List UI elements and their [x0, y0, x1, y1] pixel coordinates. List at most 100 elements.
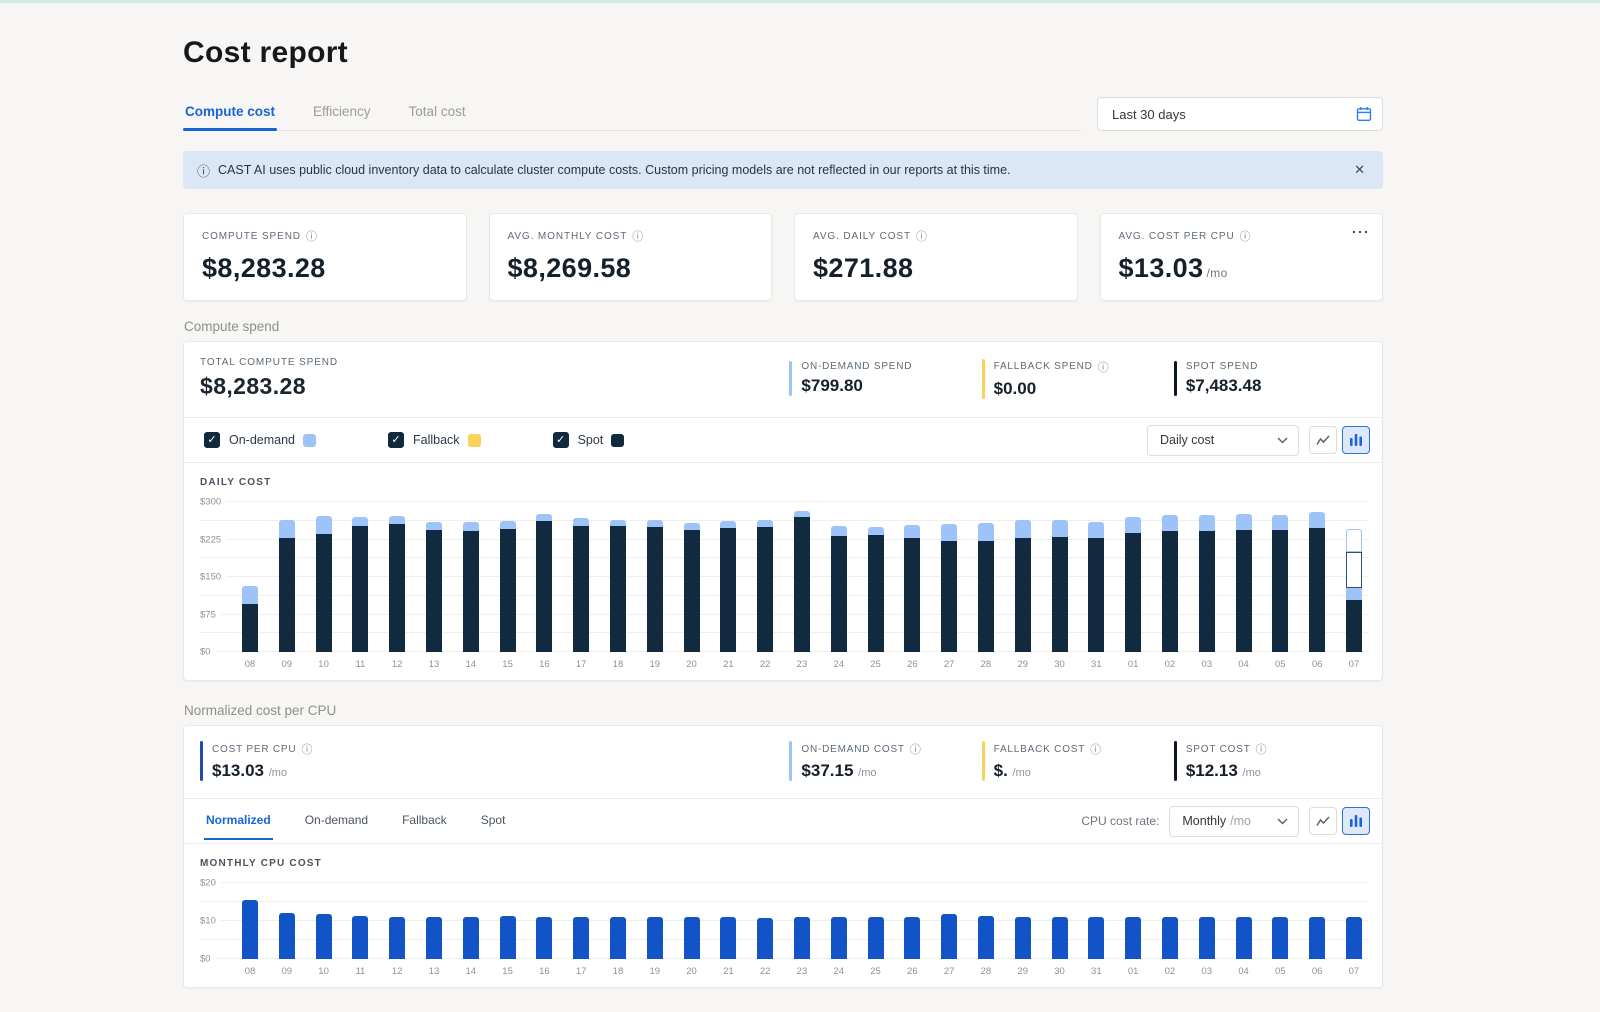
bar-13[interactable]: 13 — [425, 883, 442, 977]
info-icon[interactable]: ⓘ — [1090, 741, 1102, 757]
info-icon[interactable]: ⓘ — [1098, 359, 1110, 375]
tab-compute-cost[interactable]: Compute cost — [183, 96, 278, 131]
tab-efficiency[interactable]: Efficiency — [311, 96, 373, 130]
bar-11[interactable]: 11 — [352, 502, 369, 670]
bar-04[interactable]: 04 — [1235, 883, 1252, 977]
mini-label: SPOT COST — [1185, 743, 1251, 755]
bar-09[interactable]: 09 — [278, 883, 295, 977]
bar-09[interactable]: 09 — [278, 502, 295, 670]
mini-suffix: /mo — [1012, 767, 1031, 779]
bar-02[interactable]: 02 — [1161, 883, 1178, 977]
checkbox-on-demand[interactable]: ✓ — [204, 432, 220, 448]
info-icon[interactable]: ⓘ — [632, 228, 644, 244]
bar-05[interactable]: 05 — [1272, 883, 1289, 977]
bar-08[interactable]: 08 — [242, 883, 258, 977]
bar-15[interactable]: 15 — [499, 883, 516, 977]
mini-label: COST PER CPU — [212, 743, 297, 755]
bar-segment — [757, 520, 774, 527]
bar-segment — [1161, 515, 1178, 531]
bar-30[interactable]: 30 — [1051, 502, 1068, 670]
bar-05[interactable]: 05 — [1272, 502, 1289, 670]
bar-10[interactable]: 10 — [315, 883, 332, 977]
bar-25[interactable]: 25 — [867, 883, 884, 977]
subtab-fallback[interactable]: Fallback — [400, 804, 449, 839]
bar-31[interactable]: 31 — [1088, 883, 1105, 977]
bar-08[interactable]: 08 — [242, 502, 258, 670]
bar-07[interactable]: 07 — [1345, 883, 1362, 977]
bar-27[interactable]: 27 — [941, 502, 958, 670]
bar-17[interactable]: 17 — [573, 502, 590, 670]
date-range-picker[interactable]: Last 30 days — [1097, 97, 1383, 131]
line-chart-toggle[interactable] — [1309, 426, 1337, 454]
bar-24[interactable]: 24 — [830, 883, 847, 977]
bar-16[interactable]: 16 — [536, 883, 553, 977]
line-chart-toggle[interactable] — [1309, 807, 1337, 835]
subtab-on-demand[interactable]: On-demand — [303, 804, 370, 839]
bar-01[interactable]: 01 — [1125, 502, 1142, 670]
bar-13[interactable]: 13 — [425, 502, 442, 670]
bar-01[interactable]: 01 — [1125, 883, 1142, 977]
bar-04[interactable]: 04 — [1235, 502, 1252, 670]
bar-11[interactable]: 11 — [352, 883, 369, 977]
bar-21[interactable]: 21 — [720, 502, 737, 670]
bar-12[interactable]: 12 — [389, 883, 406, 977]
bar-06[interactable]: 06 — [1309, 502, 1326, 670]
subtab-normalized[interactable]: Normalized — [204, 804, 273, 840]
bar-31[interactable]: 31 — [1088, 502, 1105, 670]
bar-24[interactable]: 24 — [830, 502, 847, 670]
info-icon[interactable]: ⓘ — [306, 228, 318, 244]
bar-16[interactable]: 16 — [536, 502, 553, 670]
bar-15[interactable]: 15 — [499, 502, 516, 670]
cpu-rate-select[interactable]: Monthly/mo — [1169, 805, 1299, 837]
bar-21[interactable]: 21 — [720, 883, 737, 977]
bar-28[interactable]: 28 — [977, 883, 994, 977]
bar-29[interactable]: 29 — [1014, 883, 1031, 977]
bar-26[interactable]: 26 — [904, 502, 921, 670]
legend-spot[interactable]: ✓ Spot — [552, 432, 625, 448]
bar-26[interactable]: 26 — [904, 883, 921, 977]
info-icon[interactable]: ⓘ — [1240, 228, 1252, 244]
bar-02[interactable]: 02 — [1161, 502, 1178, 670]
bar-19[interactable]: 19 — [646, 502, 663, 670]
more-menu-icon[interactable]: ⋯ — [1351, 222, 1370, 243]
granularity-select[interactable]: Daily cost — [1147, 424, 1299, 456]
bar-10[interactable]: 10 — [315, 502, 332, 670]
legend-fallback[interactable]: ✓ Fallback — [388, 432, 481, 448]
bar-03[interactable]: 03 — [1198, 502, 1215, 670]
bar-28[interactable]: 28 — [977, 502, 994, 670]
info-icon[interactable]: ⓘ — [1256, 741, 1268, 757]
bar-chart-toggle[interactable] — [1342, 807, 1370, 835]
bar-30[interactable]: 30 — [1051, 883, 1068, 977]
bar-12[interactable]: 12 — [389, 502, 406, 670]
info-icon[interactable]: ⓘ — [301, 741, 313, 757]
bar-17[interactable]: 17 — [573, 883, 590, 977]
bar-23[interactable]: 23 — [793, 883, 810, 977]
subtab-spot[interactable]: Spot — [479, 804, 508, 839]
bar-19[interactable]: 19 — [646, 883, 663, 977]
bar-22[interactable]: 22 — [757, 502, 774, 670]
bar-chart-toggle[interactable] — [1342, 426, 1370, 454]
info-icon[interactable]: ⓘ — [910, 741, 922, 757]
info-icon[interactable]: ⓘ — [916, 228, 928, 244]
close-icon[interactable]: ✕ — [1350, 158, 1369, 182]
bar-22[interactable]: 22 — [757, 883, 774, 977]
bar-07[interactable]: 07 — [1345, 502, 1362, 670]
bar-27[interactable]: 27 — [941, 883, 958, 977]
bar-20[interactable]: 20 — [683, 502, 700, 670]
tab-total-cost[interactable]: Total cost — [407, 96, 468, 130]
bar-03[interactable]: 03 — [1198, 883, 1215, 977]
bar-23[interactable]: 23 — [793, 502, 810, 670]
legend-on-demand[interactable]: ✓ On-demand — [204, 432, 317, 448]
checkbox-fallback[interactable]: ✓ — [388, 432, 405, 448]
bar-18[interactable]: 18 — [609, 502, 626, 670]
bar-06[interactable]: 06 — [1309, 883, 1326, 977]
bar-25[interactable]: 25 — [867, 502, 884, 670]
bar-14[interactable]: 14 — [462, 883, 479, 977]
mini-value: $12.13 /mo — [1185, 761, 1261, 780]
bar-18[interactable]: 18 — [609, 883, 626, 977]
bar-29[interactable]: 29 — [1014, 502, 1031, 670]
bar-20[interactable]: 20 — [683, 883, 700, 977]
bar-14[interactable]: 14 — [462, 502, 479, 670]
stat-card-avg-daily-cost: AVG. DAILY COST ⓘ $271.88 — [794, 213, 1078, 301]
checkbox-spot[interactable]: ✓ — [552, 432, 569, 448]
